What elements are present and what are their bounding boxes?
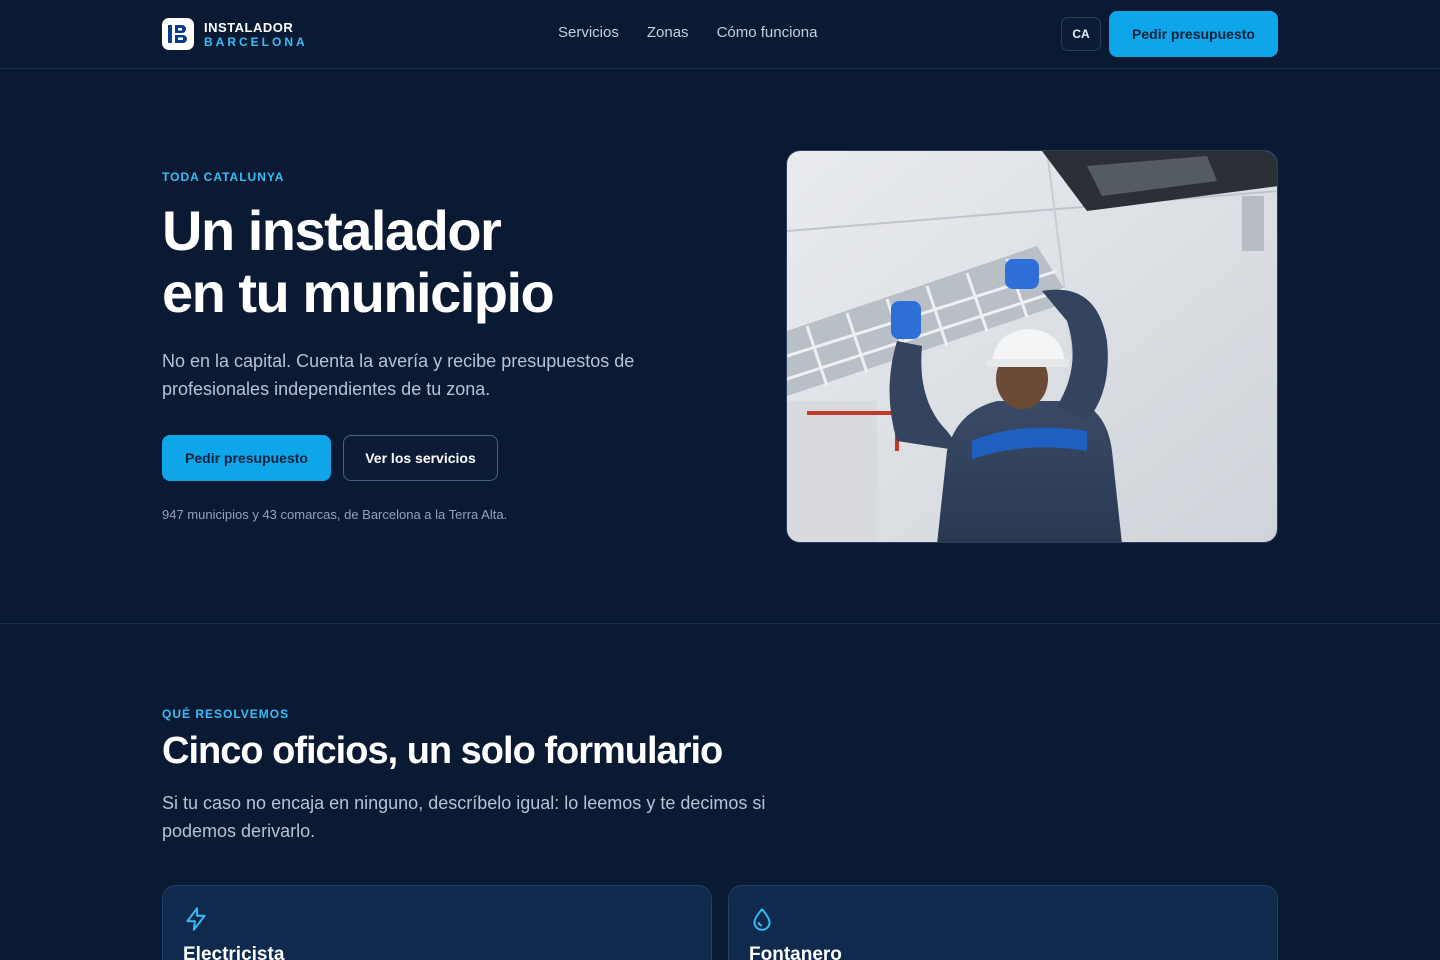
nav-link-como-funciona[interactable]: Cómo funciona bbox=[717, 24, 818, 41]
service-card-title: Fontanero bbox=[749, 944, 842, 960]
services-title: Cinco oficios, un solo formulario bbox=[162, 730, 723, 772]
brand-name-line2: BARCELONA bbox=[204, 34, 308, 49]
hero-eyebrow: TODA CATALUNYA bbox=[162, 170, 285, 184]
ib-logo-icon bbox=[162, 18, 194, 50]
service-card-electricista[interactable]: Electricista bbox=[162, 885, 712, 960]
header-quote-button[interactable]: Pedir presupuesto bbox=[1109, 11, 1278, 57]
service-card-fontanero[interactable]: Fontanero bbox=[728, 885, 1278, 960]
hero-subtitle: No en la capital. Cuenta la avería y rec… bbox=[162, 351, 635, 399]
hero-coverage-note: 947 municipios y 43 comarcas, de Barcelo… bbox=[162, 507, 508, 522]
section-divider bbox=[0, 623, 1440, 624]
main-nav: Servicios Zonas Cómo funciona bbox=[558, 24, 817, 41]
service-card-title: Electricista bbox=[183, 944, 285, 960]
services-eyebrow: QUÉ RESOLVEMOS bbox=[162, 707, 290, 721]
view-services-button[interactable]: Ver los servicios bbox=[343, 435, 498, 481]
lightning-icon bbox=[183, 906, 209, 932]
hero-title-line1: Un instalador bbox=[162, 199, 502, 262]
hero-quote-button[interactable]: Pedir presupuesto bbox=[162, 435, 331, 481]
brand-logo[interactable]: INSTALADOR BARCELONA bbox=[162, 18, 308, 50]
hero-title-line2: en tu municipio bbox=[162, 261, 555, 324]
nav-link-servicios[interactable]: Servicios bbox=[558, 24, 619, 41]
hero-electrician-photo bbox=[786, 150, 1278, 543]
site-header: INSTALADOR BARCELONA Servicios Zonas Cóm… bbox=[0, 0, 1440, 69]
nav-link-zonas[interactable]: Zonas bbox=[647, 24, 689, 41]
brand-name-line1: INSTALADOR bbox=[204, 19, 294, 35]
water-drop-icon bbox=[749, 906, 775, 932]
services-subtitle: Si tu caso no encaja en ninguno, descríb… bbox=[162, 793, 766, 841]
hero-title: Un instalador en tu municipio bbox=[162, 200, 722, 324]
language-toggle-button[interactable]: CA bbox=[1061, 17, 1101, 51]
